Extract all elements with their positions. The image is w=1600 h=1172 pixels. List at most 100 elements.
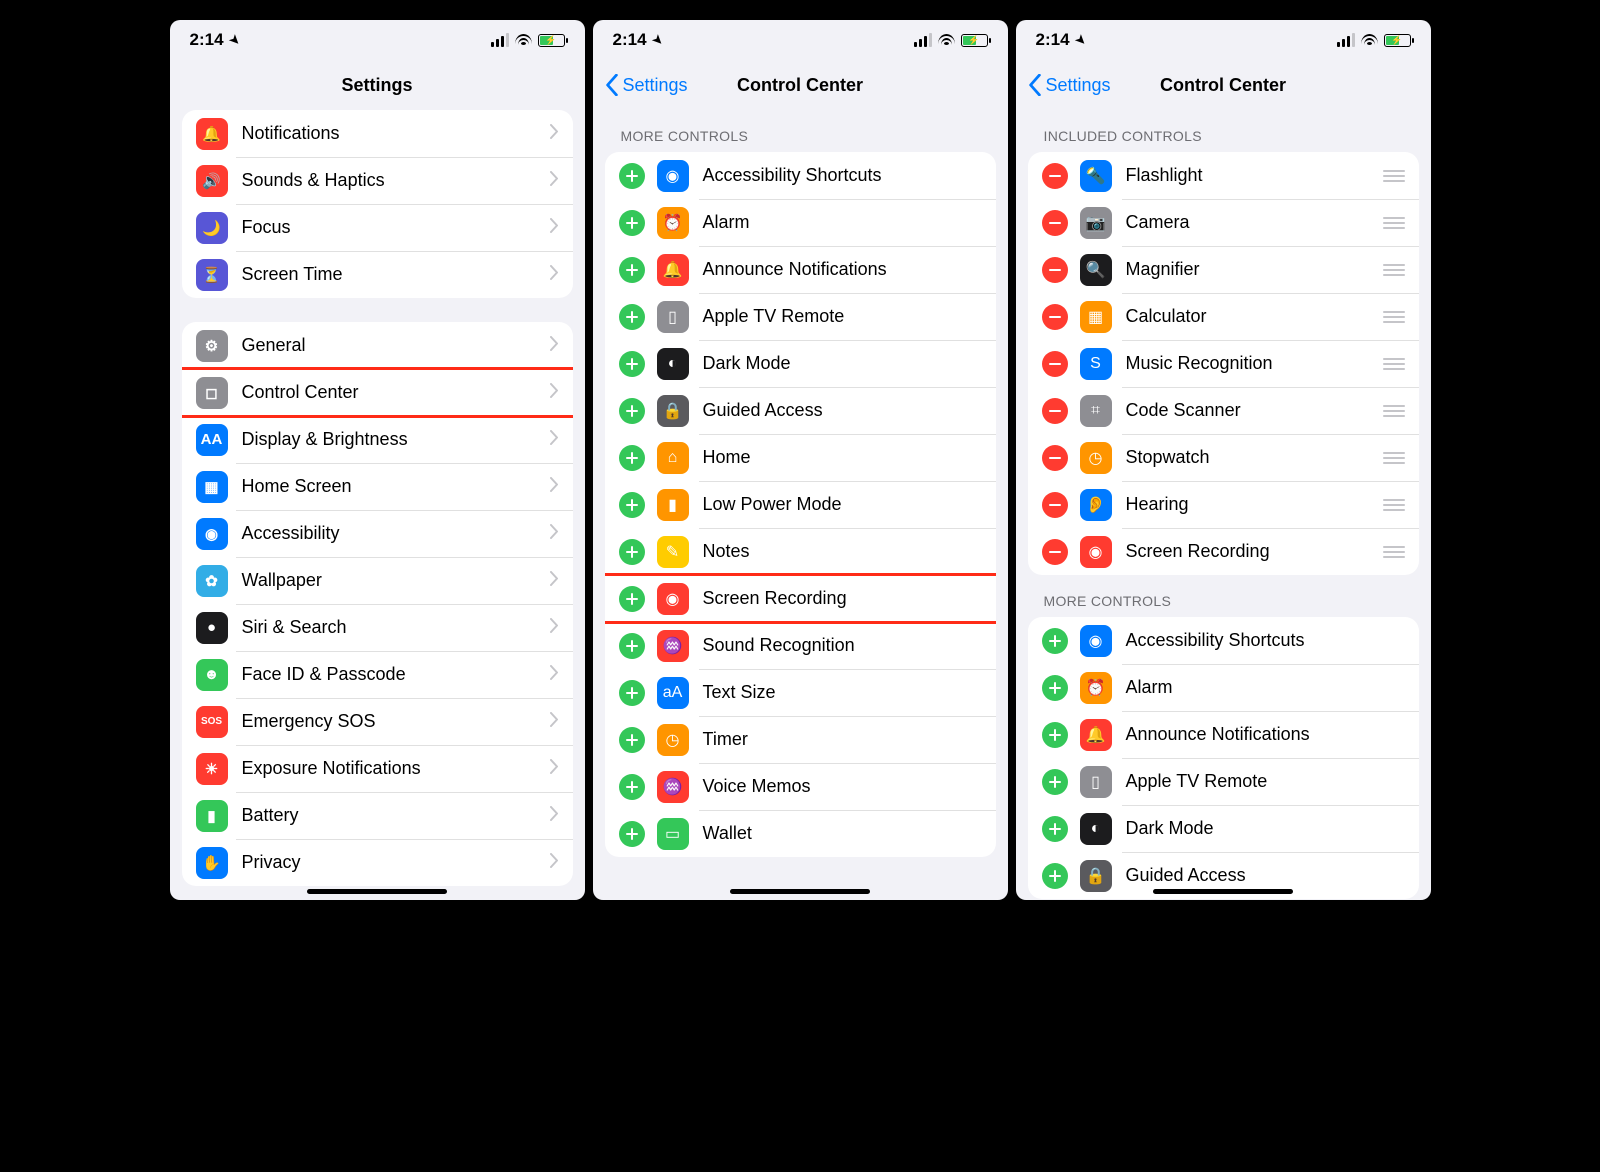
cc-row-stopwatch[interactable]: ◷Stopwatch	[1028, 434, 1419, 481]
add-button[interactable]	[1042, 816, 1068, 842]
settings-row-exposure-notifications[interactable]: ☀Exposure Notifications	[182, 745, 573, 792]
home-indicator[interactable]	[1153, 889, 1293, 894]
cc-row-alarm[interactable]: ⏰Alarm	[605, 199, 996, 246]
cc-row-calculator[interactable]: ▦Calculator	[1028, 293, 1419, 340]
add-button[interactable]	[619, 680, 645, 706]
add-button[interactable]	[619, 821, 645, 847]
add-button[interactable]	[619, 539, 645, 565]
add-button[interactable]	[1042, 628, 1068, 654]
cc-row-announce-notifications[interactable]: 🔔Announce Notifications	[605, 246, 996, 293]
home-indicator[interactable]	[307, 889, 447, 894]
settings-row-display-brightness[interactable]: AADisplay & Brightness	[182, 416, 573, 463]
settings-row-notifications[interactable]: 🔔Notifications	[182, 110, 573, 157]
add-button[interactable]	[1042, 675, 1068, 701]
cc-row-apple-tv-remote[interactable]: ▯Apple TV Remote	[1028, 758, 1419, 805]
cc-row-magnifier[interactable]: 🔍Magnifier	[1028, 246, 1419, 293]
rem-button[interactable]	[1042, 257, 1068, 283]
cc-row-screen-recording[interactable]: ◉Screen Recording	[1028, 528, 1419, 575]
cc-list[interactable]: More Controls ◉Accessibility Shortcuts⏰A…	[593, 110, 1008, 900]
cc-row-alarm[interactable]: ⏰Alarm	[1028, 664, 1419, 711]
add-button[interactable]	[619, 445, 645, 471]
camera-icon: 📷	[1080, 207, 1112, 239]
rem-button[interactable]	[1042, 163, 1068, 189]
row-label: Camera	[1126, 212, 1383, 233]
cc-row-flashlight[interactable]: 🔦Flashlight	[1028, 152, 1419, 199]
add-button[interactable]	[619, 304, 645, 330]
rem-button[interactable]	[1042, 351, 1068, 377]
settings-row-screen-time[interactable]: ⏳Screen Time	[182, 251, 573, 298]
settings-row-face-id-passcode[interactable]: ☻Face ID & Passcode	[182, 651, 573, 698]
cc-row-music-recognition[interactable]: SMusic Recognition	[1028, 340, 1419, 387]
drag-handle-icon[interactable]	[1383, 449, 1405, 467]
cc-row-sound-recognition[interactable]: ♒Sound Recognition	[605, 622, 996, 669]
settings-row-focus[interactable]: 🌙Focus	[182, 204, 573, 251]
add-button[interactable]	[619, 774, 645, 800]
drag-handle-icon[interactable]	[1383, 214, 1405, 232]
rem-button[interactable]	[1042, 445, 1068, 471]
settings-row-control-center[interactable]: ◻Control Center	[182, 369, 573, 416]
add-button[interactable]	[619, 351, 645, 377]
add-button[interactable]	[1042, 769, 1068, 795]
cc-row-accessibility-shortcuts[interactable]: ◉Accessibility Shortcuts	[1028, 617, 1419, 664]
add-button[interactable]	[619, 633, 645, 659]
add-button[interactable]	[619, 257, 645, 283]
add-button[interactable]	[619, 398, 645, 424]
cc-row-wallet[interactable]: ▭Wallet	[605, 810, 996, 857]
add-button[interactable]	[619, 586, 645, 612]
drag-handle-icon[interactable]	[1383, 308, 1405, 326]
cc-row-text-size[interactable]: aAText Size	[605, 669, 996, 716]
cc-row-home[interactable]: ⌂Home	[605, 434, 996, 481]
add-button[interactable]	[619, 163, 645, 189]
settings-row-siri-search[interactable]: ●Siri & Search	[182, 604, 573, 651]
cc-row-code-scanner[interactable]: ⌗Code Scanner	[1028, 387, 1419, 434]
settings-row-privacy[interactable]: ✋Privacy	[182, 839, 573, 886]
add-button[interactable]	[619, 210, 645, 236]
rem-button[interactable]	[1042, 304, 1068, 330]
drag-handle-icon[interactable]	[1383, 261, 1405, 279]
drag-handle-icon[interactable]	[1383, 496, 1405, 514]
drag-handle-icon[interactable]	[1383, 402, 1405, 420]
settings-row-home-screen[interactable]: ▦Home Screen	[182, 463, 573, 510]
settings-row-accessibility[interactable]: ◉Accessibility	[182, 510, 573, 557]
rem-button[interactable]	[1042, 398, 1068, 424]
cc-row-announce-notifications[interactable]: 🔔Announce Notifications	[1028, 711, 1419, 758]
wifi-icon	[938, 34, 955, 47]
cc-list[interactable]: Included Controls 🔦Flashlight📷Camera🔍Mag…	[1016, 110, 1431, 900]
status-time: 2:14	[1036, 30, 1070, 50]
emergency-sos-icon: SOS	[196, 706, 228, 738]
settings-row-battery[interactable]: ▮Battery	[182, 792, 573, 839]
cc-row-low-power-mode[interactable]: ▮Low Power Mode	[605, 481, 996, 528]
drag-handle-icon[interactable]	[1383, 167, 1405, 185]
cc-row-apple-tv-remote[interactable]: ▯Apple TV Remote	[605, 293, 996, 340]
settings-row-general[interactable]: ⚙General	[182, 322, 573, 369]
status-time: 2:14	[190, 30, 224, 50]
cc-row-accessibility-shortcuts[interactable]: ◉Accessibility Shortcuts	[605, 152, 996, 199]
rem-button[interactable]	[1042, 210, 1068, 236]
home-indicator[interactable]	[730, 889, 870, 894]
cc-row-hearing[interactable]: 👂Hearing	[1028, 481, 1419, 528]
cc-row-screen-recording[interactable]: ◉Screen Recording	[605, 575, 996, 622]
back-button[interactable]: Settings	[1028, 74, 1111, 96]
settings-list[interactable]: 🔔Notifications🔊Sounds & Haptics🌙Focus⏳Sc…	[170, 110, 585, 900]
rem-button[interactable]	[1042, 492, 1068, 518]
cc-row-camera[interactable]: 📷 Camera	[1028, 199, 1419, 246]
back-button[interactable]: Settings	[605, 74, 688, 96]
chevron-right-icon	[550, 265, 559, 285]
settings-row-sounds-haptics[interactable]: 🔊Sounds & Haptics	[182, 157, 573, 204]
cc-row-guided-access[interactable]: 🔒Guided Access	[605, 387, 996, 434]
settings-row-emergency-sos[interactable]: SOSEmergency SOS	[182, 698, 573, 745]
cc-row-notes[interactable]: ✎Notes	[605, 528, 996, 575]
drag-handle-icon[interactable]	[1383, 543, 1405, 561]
settings-row-wallpaper[interactable]: ✿Wallpaper	[182, 557, 573, 604]
chevron-right-icon	[550, 853, 559, 873]
drag-handle-icon[interactable]	[1383, 355, 1405, 373]
cc-row-voice-memos[interactable]: ♒Voice Memos	[605, 763, 996, 810]
cc-row-timer[interactable]: ◷Timer	[605, 716, 996, 763]
cc-row-dark-mode[interactable]: ◐Dark Mode	[605, 340, 996, 387]
add-button[interactable]	[619, 492, 645, 518]
rem-button[interactable]	[1042, 539, 1068, 565]
add-button[interactable]	[1042, 722, 1068, 748]
add-button[interactable]	[619, 727, 645, 753]
cc-row-dark-mode[interactable]: ◐Dark Mode	[1028, 805, 1419, 852]
add-button[interactable]	[1042, 863, 1068, 889]
